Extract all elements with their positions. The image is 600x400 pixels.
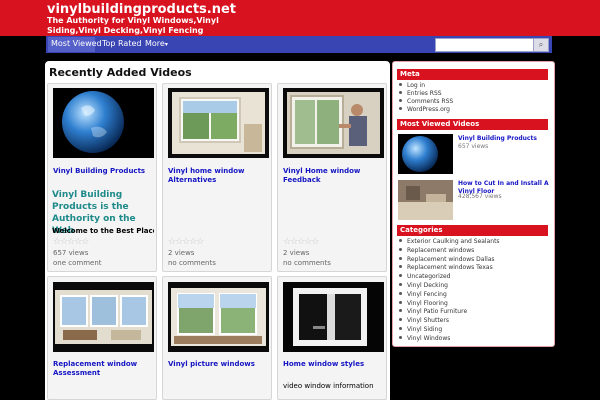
site-title[interactable]: vinylbuildingproducts.net: [47, 3, 236, 17]
bullet-icon: [399, 247, 402, 251]
category-label: Vinyl Decking: [407, 282, 448, 289]
video-thumbnail[interactable]: [168, 88, 269, 158]
nav-item-most-viewed[interactable]: Most Viewed: [51, 39, 102, 49]
sidebar-heading-meta: Meta: [397, 69, 548, 80]
nav-item-top-rated[interactable]: Top Rated: [102, 39, 141, 49]
comment-count[interactable]: one comment: [53, 259, 102, 268]
video-thumbnail[interactable]: [168, 282, 269, 352]
bullet-icon: [399, 83, 402, 86]
comment-count[interactable]: no comments: [283, 259, 331, 268]
video-thumbnail[interactable]: [398, 180, 453, 220]
sidebar-item-log-in[interactable]: Log in: [399, 82, 425, 90]
video-excerpt-text: Welcome to the Best Place on: [52, 227, 154, 235]
bullet-icon: [399, 300, 402, 304]
video-thumbnail[interactable]: [283, 282, 384, 352]
video-thumbnail[interactable]: [398, 134, 453, 174]
category-item[interactable]: Vinyl Flooring: [399, 300, 448, 308]
category-item[interactable]: Vinyl Fencing: [399, 291, 447, 299]
search-input[interactable]: [435, 38, 535, 52]
category-item[interactable]: Replacement windows: [399, 247, 474, 255]
sidebar-item-label: Log in: [407, 82, 426, 89]
bullet-icon: [399, 265, 402, 269]
bullet-icon: [399, 327, 402, 330]
video-title[interactable]: Replacement window Assessment: [53, 360, 157, 378]
most-viewed-title[interactable]: Vinyl Building Products: [458, 135, 550, 143]
nav-item-more-label: More: [145, 39, 165, 48]
category-label: Vinyl Siding: [407, 326, 443, 333]
sidebar-item-comments-rss[interactable]: Comments RSS: [399, 98, 453, 106]
bullet-icon: [399, 239, 402, 242]
sidebar-item-entries-rss[interactable]: Entries RSS: [399, 90, 442, 98]
chevron-down-icon: ▾: [164, 41, 168, 48]
category-item[interactable]: Vinyl Decking: [399, 282, 448, 290]
bullet-icon: [399, 274, 402, 278]
category-item[interactable]: Replacement windows Dallas: [399, 256, 495, 264]
category-item[interactable]: Vinyl Shutters: [399, 317, 449, 325]
video-title[interactable]: Home window styles: [283, 360, 387, 369]
sidebar-item-label: Entries RSS: [407, 90, 442, 97]
category-label: Uncategorized: [407, 273, 451, 281]
category-item[interactable]: Vinyl Windows: [399, 335, 450, 343]
category-label: Vinyl Windows: [407, 334, 451, 342]
category-label: Replacement windows Dallas: [407, 255, 495, 263]
video-title[interactable]: Vinyl home window Alternatives: [168, 167, 272, 185]
bullet-icon: [399, 107, 402, 110]
bullet-icon: [399, 291, 402, 295]
category-label: Vinyl Patio Furniture: [407, 308, 468, 316]
bullet-icon: [399, 91, 402, 94]
sidebar-item-wordpress[interactable]: WordPress.org: [399, 106, 450, 114]
star-rating[interactable]: ☆☆☆☆☆: [283, 237, 319, 247]
category-item[interactable]: Vinyl Patio Furniture: [399, 308, 467, 316]
view-count: 428,567 views: [458, 193, 502, 200]
sidebar-item-label: WordPress.org: [407, 106, 450, 113]
video-title[interactable]: Vinyl picture windows: [168, 360, 272, 369]
search-icon: ⌕: [538, 40, 544, 49]
bullet-icon: [399, 283, 402, 286]
category-label: Vinyl Shutters: [407, 317, 449, 325]
sidebar-heading-categories: Categories: [397, 225, 548, 236]
video-thumbnail[interactable]: [283, 88, 384, 158]
bullet-icon: [399, 309, 402, 313]
view-count: 2 views: [168, 249, 195, 257]
video-title[interactable]: Vinyl Building Products: [53, 167, 157, 176]
view-count: 657 views: [53, 249, 89, 257]
category-label: Vinyl Flooring: [407, 299, 448, 307]
category-label: Vinyl Fencing: [407, 290, 447, 298]
view-count: 657 views: [458, 143, 489, 150]
star-rating[interactable]: ☆☆☆☆☆: [53, 237, 89, 247]
bullet-icon: [399, 318, 402, 322]
page-title: Recently Added Videos: [49, 66, 192, 79]
nav-item-more[interactable]: More▾: [145, 39, 168, 50]
video-excerpt-text: video window information: [283, 382, 374, 390]
category-item[interactable]: Uncategorized: [399, 273, 450, 281]
video-thumbnail[interactable]: [53, 88, 154, 158]
site-tagline: The Authority for Vinyl Windows,Vinyl Si…: [47, 16, 219, 35]
category-label: Replacement windows: [407, 246, 475, 254]
view-count: 2 views: [283, 249, 310, 257]
bullet-icon: [399, 256, 402, 260]
bullet-icon: [399, 335, 402, 339]
comment-count[interactable]: no comments: [168, 259, 216, 268]
video-thumbnail[interactable]: [53, 282, 154, 352]
sidebar-item-label: Comments RSS: [407, 98, 454, 105]
bullet-icon: [399, 99, 402, 102]
category-label: Exterior Caulking and Sealants: [407, 238, 500, 245]
search-button[interactable]: ⌕: [533, 38, 549, 52]
star-rating[interactable]: ☆☆☆☆☆: [168, 237, 204, 247]
sidebar-heading-most-viewed: Most Viewed Videos: [397, 119, 548, 130]
category-item[interactable]: Exterior Caulking and Sealants: [399, 238, 500, 246]
video-title[interactable]: Vinyl Home window Feedback: [283, 167, 387, 185]
category-item[interactable]: Vinyl Siding: [399, 326, 442, 334]
category-label: Replacement windows Texas: [407, 264, 493, 272]
category-item[interactable]: Replacement windows Texas: [399, 264, 493, 272]
